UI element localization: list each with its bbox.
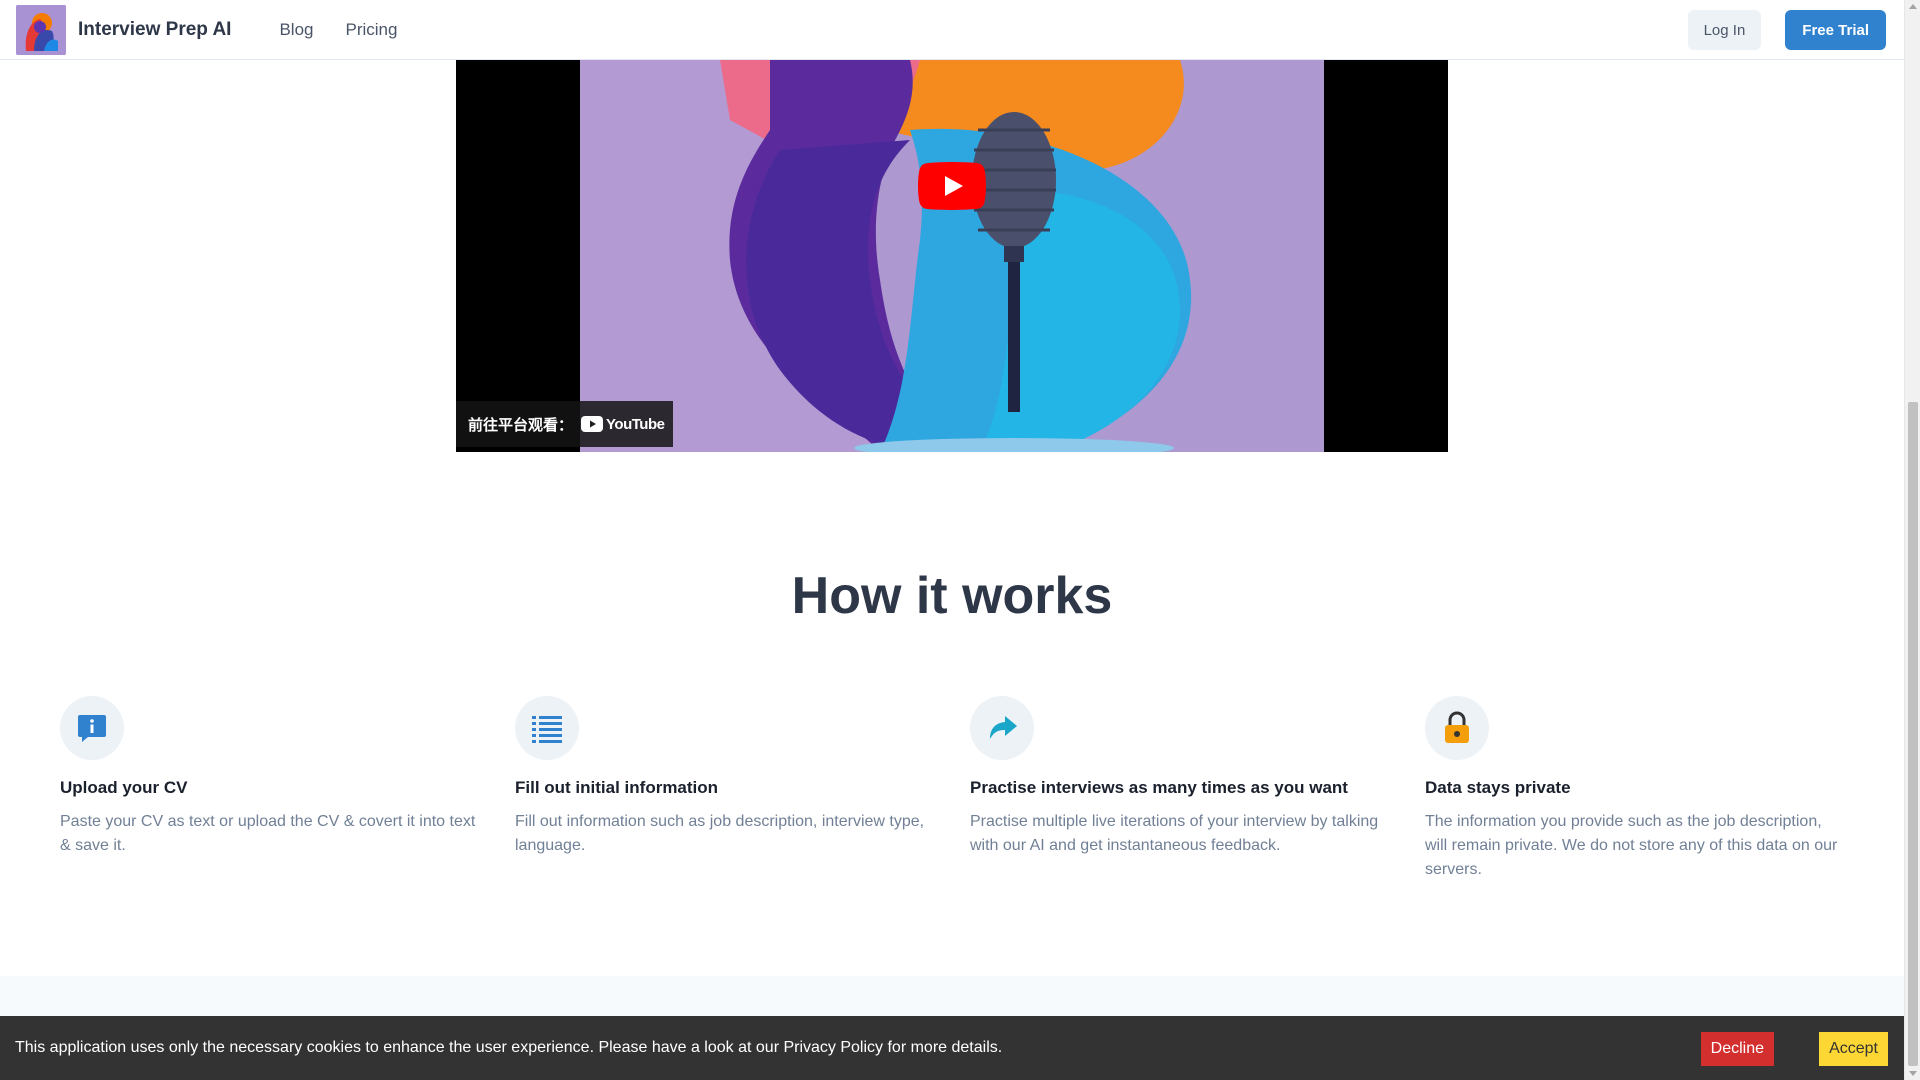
feature-title: Practise interviews as many times as you… bbox=[970, 778, 1348, 797]
page-scrollbar[interactable] bbox=[1904, 0, 1920, 1080]
accept-button[interactable]: Accept bbox=[1819, 1032, 1888, 1066]
logo-image bbox=[16, 4, 66, 55]
info-chat-icon bbox=[60, 696, 124, 760]
youtube-video-embed[interactable]: 前往平台观看： YouTube bbox=[456, 60, 1448, 452]
forward-arrow-icon bbox=[970, 696, 1034, 760]
feature-description: Practise multiple live iterations of you… bbox=[970, 813, 1379, 854]
video-thumbnail bbox=[580, 60, 1324, 452]
feature-title: Fill out initial information bbox=[515, 778, 719, 797]
how-it-works-heading: How it works bbox=[791, 567, 1113, 625]
decline-button[interactable]: Decline bbox=[1700, 1032, 1774, 1066]
youtube-logo: YouTube bbox=[581, 416, 665, 433]
login-button[interactable]: Log In bbox=[1687, 10, 1762, 50]
brand-logo[interactable] bbox=[16, 4, 66, 55]
free-trial-button[interactable]: Free Trial bbox=[1785, 10, 1886, 50]
brand-name[interactable]: Interview Prep AI bbox=[78, 19, 231, 41]
footer-background bbox=[0, 976, 1904, 1016]
main-nav: Blog Pricing bbox=[279, 20, 397, 40]
feature-description: Paste your CV as text or upload the CV &… bbox=[60, 813, 476, 854]
nav-blog-link[interactable]: Blog bbox=[279, 20, 313, 40]
list-icon bbox=[515, 696, 579, 760]
feature-upload-cv: Upload your CV Paste your CV as text or … bbox=[60, 696, 515, 882]
features-grid: Upload your CV Paste your CV as text or … bbox=[60, 696, 1882, 882]
feature-description: Fill out information such as job descrip… bbox=[515, 813, 925, 854]
play-icon[interactable] bbox=[918, 162, 986, 210]
youtube-icon bbox=[581, 416, 604, 432]
feature-title: Data stays private bbox=[1425, 778, 1571, 797]
header-actions: Log In Free Trial bbox=[1687, 10, 1886, 50]
lock-icon bbox=[1425, 696, 1489, 760]
feature-practise: Practise interviews as many times as you… bbox=[970, 696, 1425, 882]
feature-description: The information you provide such as the … bbox=[1425, 813, 1838, 878]
feature-data-private: Data stays private The information you p… bbox=[1425, 696, 1880, 882]
scroll-down-arrow-icon[interactable] bbox=[1909, 1071, 1917, 1076]
feature-title: Upload your CV bbox=[60, 778, 188, 797]
watch-on-youtube-bar[interactable]: 前往平台观看： YouTube bbox=[456, 401, 673, 447]
watch-on-label: 前往平台观看： bbox=[468, 415, 574, 434]
cookie-message: This application uses only the necessary… bbox=[15, 1039, 1003, 1056]
nav-pricing-link[interactable]: Pricing bbox=[346, 20, 398, 40]
feature-fill-info: Fill out initial information Fill out in… bbox=[515, 696, 970, 882]
top-navbar: Interview Prep AI Blog Pricing Log In Fr… bbox=[0, 0, 1904, 60]
scroll-up-arrow-icon[interactable] bbox=[1909, 4, 1917, 9]
scrollbar-thumb[interactable] bbox=[1908, 402, 1918, 1066]
cookie-consent-bar: This application uses only the necessary… bbox=[0, 1016, 1904, 1080]
